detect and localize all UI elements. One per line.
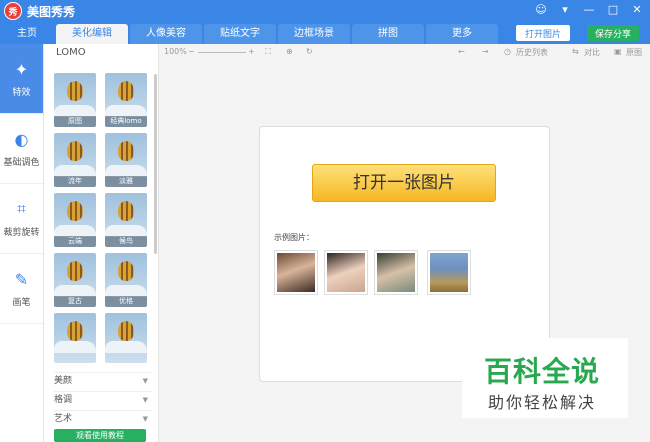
effect-thumbnail[interactable]: 经典lomo bbox=[105, 73, 147, 127]
brush-icon: ✎ bbox=[14, 269, 29, 289]
panel-title: LOMO bbox=[56, 47, 86, 58]
actual-size-icon[interactable]: ⊕ bbox=[286, 47, 293, 56]
open-image-big-button[interactable]: 打开一张图片 bbox=[312, 164, 496, 202]
palette-icon: ◐ bbox=[14, 129, 29, 149]
rotate-icon[interactable]: ↻ bbox=[306, 47, 313, 56]
save-share-button[interactable]: 保存分享 bbox=[587, 25, 639, 41]
magic-wand-icon: ✦ bbox=[14, 59, 29, 79]
title-bar: 秀 美图秀秀 ☺ ▾ — □ ✕ bbox=[0, 0, 650, 22]
category-art[interactable]: 艺术 ▼ bbox=[54, 410, 152, 426]
tab-portrait[interactable]: 人像美容 bbox=[130, 24, 202, 44]
feedback-icon[interactable]: ☺ bbox=[534, 3, 548, 16]
tool-label: 画笔 bbox=[12, 297, 31, 308]
sample-image-3[interactable] bbox=[374, 250, 418, 295]
undo-icon[interactable]: ← bbox=[458, 47, 465, 56]
sample-image-2[interactable] bbox=[324, 250, 368, 295]
effect-thumbnail[interactable] bbox=[54, 313, 96, 363]
tool-basic-color[interactable]: ◐ 基础调色 bbox=[0, 114, 43, 184]
zoom-slider[interactable] bbox=[198, 52, 246, 53]
main-tabs: 主页 美化编辑 人像美容 贴纸文字 边框场景 拼图 更多 打开图片 保存分享 bbox=[0, 22, 650, 44]
category-beauty[interactable]: 美颜 ▼ bbox=[54, 372, 152, 388]
category-style[interactable]: 格调 ▼ bbox=[54, 391, 152, 407]
app-title: 美图秀秀 bbox=[27, 4, 76, 19]
watch-tutorial-button[interactable]: 观看使用教程 bbox=[54, 429, 146, 442]
edit-toolbar: 100% − + ⛶ ⊕ ↻ ← → ◷ 历史列表 ⇆ 对比 ▣ 原图 bbox=[160, 44, 650, 62]
fit-icon[interactable]: ⛶ bbox=[265, 47, 271, 57]
tool-effects[interactable]: ✦ 特效 bbox=[0, 44, 43, 114]
sample-image-1[interactable] bbox=[274, 250, 318, 295]
effects-panel: LOMO 原图 经典lomo 流年 淡雅 云端 候鸟 复古 优格 美颜 ▼ 格调 ▼… bbox=[44, 44, 159, 442]
history-icon: ◷ bbox=[504, 47, 511, 56]
tool-crop-rotate[interactable]: ⌗ 裁剪旋转 bbox=[0, 184, 43, 254]
watermark-title: 百科全说 bbox=[484, 355, 601, 388]
effect-thumbnail[interactable]: 云端 bbox=[54, 193, 96, 247]
sample-images-label: 示例图片： bbox=[274, 233, 314, 242]
open-image-button[interactable]: 打开图片 bbox=[516, 25, 570, 41]
effect-thumbnail[interactable]: 流年 bbox=[54, 133, 96, 187]
zoom-out-button[interactable]: − bbox=[188, 47, 195, 56]
sample-image-4[interactable] bbox=[427, 250, 471, 295]
tool-sidebar: ✦ 特效 ◐ 基础调色 ⌗ 裁剪旋转 ✎ 画笔 bbox=[0, 44, 44, 442]
tab-frames-scenes[interactable]: 边框场景 bbox=[278, 24, 350, 44]
menu-dropdown-icon[interactable]: ▾ bbox=[558, 3, 572, 16]
zoom-level: 100% bbox=[164, 47, 187, 56]
tool-brush[interactable]: ✎ 画笔 bbox=[0, 254, 43, 324]
tab-collage[interactable]: 拼图 bbox=[352, 24, 424, 44]
minimize-icon[interactable]: — bbox=[582, 3, 596, 16]
tool-label: 特效 bbox=[12, 87, 31, 98]
compare-icon: ⇆ bbox=[572, 47, 579, 56]
chevron-down-icon: ▼ bbox=[142, 377, 148, 385]
effect-thumbnail[interactable]: 优格 bbox=[105, 253, 147, 307]
redo-icon[interactable]: → bbox=[482, 47, 489, 56]
tab-home[interactable]: 主页 bbox=[0, 24, 54, 44]
effect-thumbnail[interactable] bbox=[105, 313, 147, 363]
tool-label: 基础调色 bbox=[3, 157, 40, 168]
chevron-down-icon: ▼ bbox=[142, 396, 148, 404]
tool-label: 裁剪旋转 bbox=[3, 228, 40, 238]
tab-beautify-edit[interactable]: 美化编辑 bbox=[56, 24, 128, 44]
close-icon[interactable]: ✕ bbox=[630, 3, 644, 16]
tab-more[interactable]: 更多 bbox=[426, 24, 498, 44]
tab-stickers-text[interactable]: 贴纸文字 bbox=[204, 24, 276, 44]
maximize-icon[interactable]: □ bbox=[606, 3, 620, 16]
original-icon: ▣ bbox=[614, 47, 622, 56]
effect-thumbnail[interactable]: 淡雅 bbox=[105, 133, 147, 187]
crop-icon: ⌗ bbox=[16, 199, 26, 218]
compare-button[interactable]: 对比 bbox=[584, 47, 600, 58]
zoom-in-button[interactable]: + bbox=[248, 47, 255, 56]
panel-scrollbar[interactable] bbox=[154, 74, 157, 254]
chevron-down-icon: ▼ bbox=[142, 415, 148, 423]
effect-thumbnail[interactable]: 复古 bbox=[54, 253, 96, 307]
effect-thumbnail[interactable]: 原图 bbox=[54, 73, 96, 127]
history-list-button[interactable]: 历史列表 bbox=[516, 47, 548, 58]
watermark-subtitle: 助你轻松解决 bbox=[488, 393, 597, 412]
app-logo: 秀 bbox=[4, 2, 22, 20]
effect-thumbnail[interactable]: 候鸟 bbox=[105, 193, 147, 247]
window-controls: ☺ ▾ — □ ✕ bbox=[534, 3, 644, 16]
original-button[interactable]: 原图 bbox=[626, 47, 642, 58]
watermark: 百科全说 助你轻松解决 bbox=[462, 338, 628, 418]
